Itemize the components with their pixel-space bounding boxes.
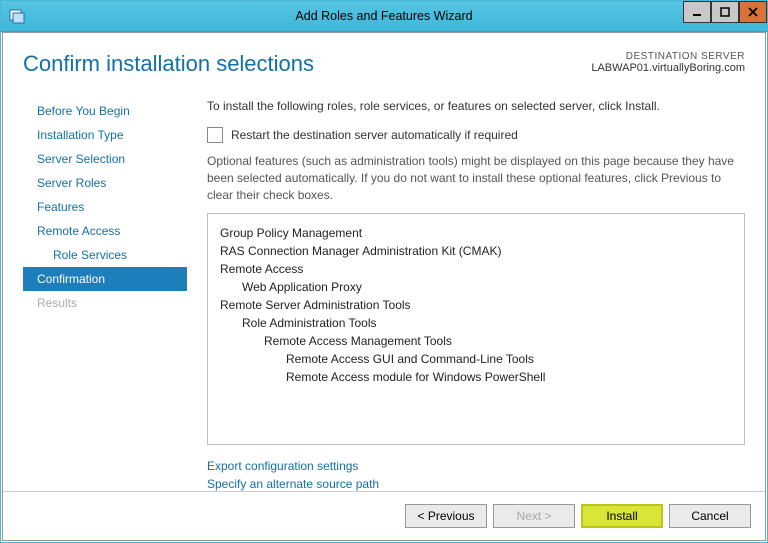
previous-button[interactable]: < Previous bbox=[405, 504, 487, 528]
feature-list[interactable]: Group Policy Management RAS Connection M… bbox=[207, 213, 745, 445]
restart-checkbox[interactable] bbox=[207, 127, 223, 143]
window-title: Add Roles and Features Wizard bbox=[1, 9, 767, 23]
destination-label: DESTINATION SERVER bbox=[591, 51, 745, 62]
feature-item: Remote Access GUI and Command-Line Tools bbox=[220, 350, 732, 368]
install-button[interactable]: Install bbox=[581, 504, 663, 528]
feature-item: Web Application Proxy bbox=[220, 278, 732, 296]
feature-item: Role Administration Tools bbox=[220, 314, 732, 332]
window-buttons bbox=[683, 1, 767, 23]
content-columns: Before You Begin Installation Type Serve… bbox=[23, 99, 745, 493]
nav-server-roles[interactable]: Server Roles bbox=[23, 171, 187, 195]
feature-item: Remote Access Management Tools bbox=[220, 332, 732, 350]
maximize-button[interactable] bbox=[711, 1, 739, 23]
wizard-footer: < Previous Next > Install Cancel bbox=[3, 491, 765, 540]
feature-item: Remote Access bbox=[220, 260, 732, 278]
minimize-button[interactable] bbox=[683, 1, 711, 23]
intro-text: To install the following roles, role ser… bbox=[207, 99, 745, 113]
wizard-icon bbox=[7, 6, 27, 26]
export-config-link[interactable]: Export configuration settings bbox=[207, 457, 745, 475]
feature-item: RAS Connection Manager Administration Ki… bbox=[220, 242, 732, 260]
nav-role-services[interactable]: Role Services bbox=[23, 243, 187, 267]
step-nav: Before You Begin Installation Type Serve… bbox=[23, 99, 187, 493]
destination-server: LABWAP01.virtuallyBoring.com bbox=[591, 62, 745, 74]
restart-label: Restart the destination server automatic… bbox=[231, 128, 518, 142]
nav-installation-type[interactable]: Installation Type bbox=[23, 123, 187, 147]
cancel-button[interactable]: Cancel bbox=[669, 504, 751, 528]
page-title: Confirm installation selections bbox=[23, 51, 314, 77]
page-header: Confirm installation selections DESTINAT… bbox=[23, 51, 745, 77]
restart-row: Restart the destination server automatic… bbox=[207, 127, 745, 143]
feature-item: Remote Server Administration Tools bbox=[220, 296, 732, 314]
titlebar: Add Roles and Features Wizard bbox=[1, 1, 767, 32]
nav-results: Results bbox=[23, 291, 187, 315]
nav-server-selection[interactable]: Server Selection bbox=[23, 147, 187, 171]
main-pane: To install the following roles, role ser… bbox=[187, 99, 745, 493]
optional-note: Optional features (such as administratio… bbox=[207, 153, 745, 203]
next-button: Next > bbox=[493, 504, 575, 528]
nav-remote-access[interactable]: Remote Access bbox=[23, 219, 187, 243]
destination-info: DESTINATION SERVER LABWAP01.virtuallyBor… bbox=[591, 51, 745, 74]
feature-item: Group Policy Management bbox=[220, 224, 732, 242]
feature-item: Remote Access module for Windows PowerSh… bbox=[220, 368, 732, 386]
wizard-window: Add Roles and Features Wizard Confirm in… bbox=[0, 0, 768, 543]
wizard-body: Confirm installation selections DESTINAT… bbox=[2, 32, 766, 541]
close-button[interactable] bbox=[739, 1, 767, 23]
nav-confirmation[interactable]: Confirmation bbox=[23, 267, 187, 291]
nav-before-you-begin[interactable]: Before You Begin bbox=[23, 99, 187, 123]
nav-features[interactable]: Features bbox=[23, 195, 187, 219]
link-group: Export configuration settings Specify an… bbox=[207, 457, 745, 493]
